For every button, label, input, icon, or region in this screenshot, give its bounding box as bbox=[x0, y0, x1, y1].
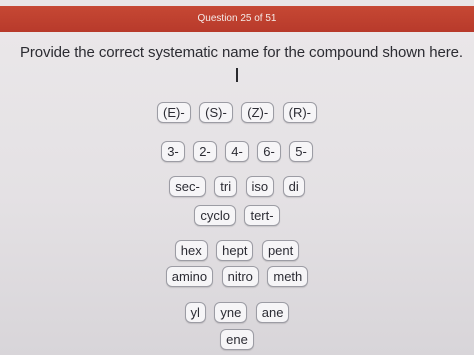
chain-length-row: hex hept pent bbox=[0, 240, 474, 261]
tile-4[interactable]: 4- bbox=[225, 141, 249, 162]
question-counter: Question 25 of 51 bbox=[197, 13, 277, 24]
tile-yl[interactable]: yl bbox=[184, 302, 206, 323]
suffix-row: yl yne ane bbox=[0, 302, 474, 323]
tile-di[interactable]: di bbox=[282, 176, 305, 197]
tile-3[interactable]: 3- bbox=[161, 141, 185, 162]
tile-nitro[interactable]: nitro bbox=[221, 266, 259, 287]
tile-tri[interactable]: tri bbox=[214, 176, 238, 197]
stereo-descriptor-row: (E)- (S)- (Z)- (R)- bbox=[0, 102, 474, 123]
tile-sec[interactable]: sec- bbox=[169, 176, 206, 197]
tile-hept[interactable]: hept bbox=[216, 240, 254, 261]
tile-yne[interactable]: yne bbox=[214, 302, 248, 323]
tile-6[interactable]: 6- bbox=[257, 141, 281, 162]
suffix-row-2: ene bbox=[0, 329, 474, 350]
question-header: Question 25 of 51 bbox=[0, 6, 474, 32]
tile-hex[interactable]: hex bbox=[174, 240, 208, 261]
tile-ene[interactable]: ene bbox=[220, 329, 254, 350]
tile-s[interactable]: (S)- bbox=[199, 102, 233, 123]
text-cursor bbox=[236, 68, 238, 82]
tile-r[interactable]: (R)- bbox=[282, 102, 318, 123]
locant-row: 3- 2- 4- 6- 5- bbox=[0, 141, 474, 162]
tile-cyclo[interactable]: cyclo bbox=[194, 205, 237, 226]
prefix-row: sec- tri iso di bbox=[0, 176, 474, 197]
tile-z[interactable]: (Z)- bbox=[241, 102, 275, 123]
tile-amino[interactable]: amino bbox=[165, 266, 214, 287]
tile-meth[interactable]: meth bbox=[267, 266, 309, 287]
answer-input-area[interactable] bbox=[0, 64, 474, 86]
substituent-row: amino nitro meth bbox=[0, 266, 474, 287]
tile-5[interactable]: 5- bbox=[289, 141, 313, 162]
tile-iso[interactable]: iso bbox=[245, 176, 275, 197]
tile-tert[interactable]: tert- bbox=[244, 205, 280, 226]
tile-2[interactable]: 2- bbox=[193, 141, 217, 162]
ring-prefix-row: cyclo tert- bbox=[0, 205, 474, 226]
question-prompt: Provide the correct systematic name for … bbox=[20, 44, 463, 61]
tile-pent[interactable]: pent bbox=[261, 240, 300, 261]
tile-e[interactable]: (E)- bbox=[156, 102, 191, 123]
tile-ane[interactable]: ane bbox=[255, 302, 290, 323]
